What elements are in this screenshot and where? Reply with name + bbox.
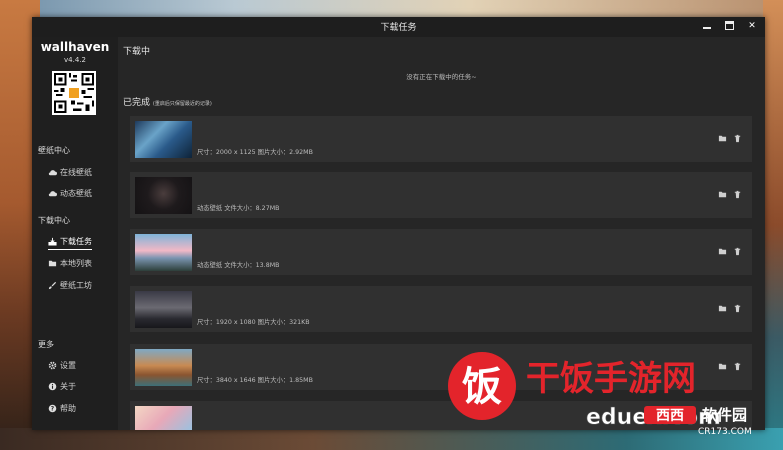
info-icon [48,382,57,391]
wallpaper-thumbnail[interactable] [135,349,192,386]
desktop-background-bottom [0,428,783,450]
sidebar: wallhaven v4.4.2 壁纸中心 在线壁纸 动态壁纸 下载中心 下载任… [32,37,118,430]
wallpaper-thumbnail[interactable] [135,291,192,328]
list-item[interactable] [130,401,752,430]
sidebar-item-label: 壁纸工坊 [60,281,92,290]
trash-icon[interactable] [733,134,742,143]
sidebar-item-label: 在线壁纸 [60,168,92,177]
wallpaper-thumbnail[interactable] [135,406,192,430]
sidebar-item-about[interactable]: 关于 [48,381,76,392]
sidebar-item-workshop[interactable]: 壁纸工坊 [48,280,92,291]
list-item[interactable]: 动态壁纸 文件大小：8.27MB [130,172,752,218]
close-button[interactable]: ✕ [747,21,757,31]
list-item[interactable]: 尺寸：1920 x 1080 图片大小：321KB [130,286,752,332]
completed-note: (重启后只保留最近的记录) [152,101,212,107]
folder-icon[interactable] [718,247,727,256]
active-indicator [48,248,92,250]
folder-icon[interactable] [718,134,727,143]
item-info: 尺寸：1920 x 1080 图片大小：321KB [197,319,310,326]
sidebar-item-label: 帮助 [60,404,76,413]
download-icon [48,237,57,246]
app-window: 下载任务 ✕ wallhaven v4.4.2 壁纸中心 在线壁纸 动态壁纸 下… [32,17,765,430]
item-info: 动态壁纸 文件大小：8.27MB [197,205,280,212]
brush-icon [48,281,57,290]
sidebar-item-online-wallpapers[interactable]: 在线壁纸 [48,167,92,178]
main-content: 下载中 没有正在下载中的任务~ 已完成 (重启后只保留最近的记录) 尺寸：200… [118,37,765,430]
section-more: 更多 [38,340,54,349]
minimize-button[interactable] [702,21,712,31]
list-item[interactable]: 动态壁纸 文件大小：13.8MB [130,229,752,275]
wallpaper-thumbnail[interactable] [135,121,192,158]
wallpaper-thumbnail[interactable] [135,177,192,214]
trash-icon[interactable] [733,304,742,313]
sidebar-item-dynamic-wallpapers[interactable]: 动态壁纸 [48,188,92,199]
desktop-background-top [0,0,783,18]
help-icon: ? [48,404,57,413]
trash-icon[interactable] [733,190,742,199]
list-item[interactable]: 尺寸：2000 x 1125 图片大小：2.92MB [130,116,752,162]
folder-icon[interactable] [718,362,727,371]
qr-code [52,71,96,115]
folder-icon[interactable] [718,190,727,199]
empty-downloading-message: 没有正在下载中的任务~ [406,73,477,81]
cloud-icon [48,191,57,197]
item-info: 尺寸：3840 x 1646 图片大小：1.85MB [197,377,313,384]
cloud-icon [48,170,57,176]
window-title: 下载任务 [380,23,417,33]
sidebar-item-help[interactable]: ? 帮助 [48,403,76,414]
gear-icon [48,361,57,370]
app-version: v4.4.2 [64,56,86,64]
wallpaper-thumbnail[interactable] [135,234,192,271]
item-info: 尺寸：2000 x 1125 图片大小：2.92MB [197,149,313,156]
section-download-center: 下载中心 [38,216,70,225]
trash-icon[interactable] [733,247,742,256]
list-item[interactable]: 尺寸：3840 x 1646 图片大小：1.85MB [130,344,752,390]
title-bar[interactable]: 下载任务 ✕ [32,17,765,37]
sidebar-item-label: 设置 [60,361,76,370]
maximize-button[interactable] [725,21,734,30]
sidebar-item-label: 本地列表 [60,259,92,268]
item-info: 动态壁纸 文件大小：13.8MB [197,262,280,269]
sidebar-item-settings[interactable]: 设置 [48,360,76,371]
folder-icon[interactable] [718,304,727,313]
sidebar-item-local-list[interactable]: 本地列表 [48,258,92,269]
sidebar-item-label: 下载任务 [60,237,92,246]
sidebar-item-download-tasks[interactable]: 下载任务 [48,236,92,250]
trash-icon[interactable] [733,362,742,371]
folder-icon [48,260,57,267]
downloading-title: 下载中 [123,47,151,57]
section-wallpaper-center: 壁纸中心 [38,146,70,155]
completed-title: 已完成 (重启后只保留最近的记录) [123,95,212,108]
sidebar-item-label: 动态壁纸 [60,189,92,198]
completed-title-text: 已完成 [123,98,151,108]
sidebar-item-label: 关于 [60,382,76,391]
app-name: wallhaven [40,40,110,54]
desktop-background-right [763,0,783,450]
